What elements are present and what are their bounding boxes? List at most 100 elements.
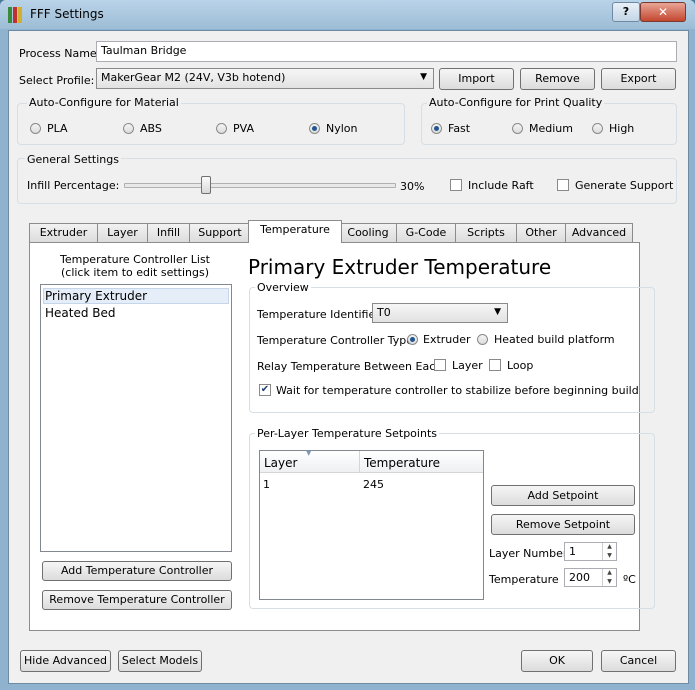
quality-medium-radio[interactable] — [512, 123, 523, 134]
column-header-layer[interactable]: Layer — [264, 456, 297, 470]
tab-g-code[interactable]: G-Code — [396, 223, 456, 242]
layer-number-value: 1 — [569, 545, 576, 558]
quality-high-label: High — [609, 122, 635, 135]
generate-support-checkbox[interactable] — [557, 179, 569, 191]
relay-layer-checkbox[interactable] — [434, 359, 446, 371]
temperature-spinbox[interactable]: 200 ▲ ▼ — [564, 568, 617, 587]
add-temperature-controller-button[interactable]: Add Temperature Controller — [42, 561, 232, 581]
select-profile-label: Select Profile: — [19, 74, 95, 87]
add-setpoint-button[interactable]: Add Setpoint — [491, 485, 635, 506]
import-button[interactable]: Import — [439, 68, 514, 90]
process-name-input[interactable]: Taulman Bridge — [96, 41, 677, 62]
chevron-down-icon: ▼ — [494, 307, 501, 317]
controller-type-platform-radio[interactable] — [477, 334, 488, 345]
process-name-label: Process Name: — [19, 47, 101, 60]
setpoints-title: Per-Layer Temperature Setpoints — [255, 427, 439, 440]
tab-other[interactable]: Other — [516, 223, 566, 242]
general-settings-title: General Settings — [25, 153, 121, 166]
page-title: Primary Extruder Temperature — [248, 255, 552, 279]
column-divider — [359, 451, 360, 472]
wait-stabilize-label: Wait for temperature controller to stabi… — [276, 384, 639, 397]
temperature-identifier-label: Temperature Identifier — [257, 308, 380, 321]
infill-percentage-value: 30% — [400, 180, 425, 193]
tab-layer[interactable]: Layer — [97, 223, 148, 242]
infill-slider-handle[interactable] — [201, 176, 211, 194]
temperature-label: Temperature — [489, 573, 559, 586]
material-abs-radio[interactable] — [123, 123, 134, 134]
table-cell-temperature[interactable]: 245 — [363, 478, 384, 491]
layer-number-spinbox[interactable]: 1 ▲ ▼ — [564, 542, 617, 561]
cancel-button[interactable]: Cancel — [601, 650, 676, 672]
export-button[interactable]: Export — [601, 68, 676, 90]
material-pla-radio[interactable] — [30, 123, 41, 134]
dialog-body: Process Name: Taulman Bridge Select Prof… — [8, 30, 689, 684]
material-nylon-radio[interactable] — [309, 123, 320, 134]
profile-selected: MakerGear M2 (24V, V3b hotend) — [101, 71, 286, 84]
material-pva-radio[interactable] — [216, 123, 227, 134]
app-icon — [8, 7, 24, 23]
list-item-primary-extruder[interactable]: Primary Extruder — [45, 289, 147, 303]
tab-extruder[interactable]: Extruder — [29, 223, 98, 242]
settings-window: FFF Settings ? ✕ Process Name: Taulman B… — [0, 0, 695, 690]
controller-type-label: Temperature Controller Type: — [257, 334, 417, 347]
relay-loop-checkbox[interactable] — [489, 359, 501, 371]
quality-fast-label: Fast — [448, 122, 471, 135]
tab-scripts[interactable]: Scripts — [455, 223, 517, 242]
material-pla-label: PLA — [47, 122, 68, 135]
close-button[interactable]: ✕ — [640, 2, 686, 22]
table-cell-layer[interactable]: 1 — [263, 478, 270, 491]
material-nylon-label: Nylon — [326, 122, 358, 135]
relay-layer-label: Layer — [452, 359, 483, 372]
window-title: FFF Settings — [30, 7, 104, 21]
temperature-identifier-value: T0 — [377, 306, 391, 319]
controller-type-platform-label: Heated build platform — [494, 333, 615, 346]
temperature-unit: ºC — [623, 573, 636, 586]
material-pva-label: PVA — [233, 122, 254, 135]
relay-label: Relay Temperature Between Each: — [257, 360, 446, 373]
sort-arrow-icon: ▼ — [306, 449, 312, 457]
temperature-identifier-dropdown[interactable]: T0 ▼ — [372, 303, 508, 323]
title-bar[interactable]: FFF Settings ? ✕ — [0, 0, 695, 29]
controller-type-extruder-label: Extruder — [423, 333, 471, 346]
controller-list-subheading: (click item to edit settings) — [60, 266, 210, 279]
spin-arrows-icon[interactable]: ▲ ▼ — [602, 569, 616, 586]
tab-cooling[interactable]: Cooling — [339, 223, 397, 242]
quality-high-radio[interactable] — [592, 123, 603, 134]
chevron-down-icon: ▼ — [420, 72, 427, 82]
wait-stabilize-checkbox[interactable]: ✔ — [259, 384, 271, 396]
overview-title: Overview — [255, 281, 311, 294]
include-raft-checkbox[interactable] — [450, 179, 462, 191]
hide-advanced-button[interactable]: Hide Advanced — [20, 650, 111, 672]
remove-temperature-controller-button[interactable]: Remove Temperature Controller — [42, 590, 232, 610]
tab-temperature[interactable]: Temperature — [248, 220, 342, 243]
include-raft-label: Include Raft — [468, 179, 534, 192]
tab-infill[interactable]: Infill — [147, 223, 190, 242]
controller-list[interactable]: Primary Extruder Heated Bed — [40, 284, 232, 552]
remove-profile-button[interactable]: Remove — [520, 68, 595, 90]
spin-arrows-icon[interactable]: ▲ ▼ — [602, 543, 616, 560]
select-models-button[interactable]: Select Models — [118, 650, 202, 672]
quality-fast-radio[interactable] — [431, 123, 442, 134]
quality-medium-label: Medium — [529, 122, 573, 135]
column-header-temperature[interactable]: Temperature — [364, 456, 440, 470]
controller-list-heading: Temperature Controller List — [59, 253, 210, 266]
generate-support-label: Generate Support — [575, 179, 674, 192]
temperature-value: 200 — [569, 571, 590, 584]
setpoints-table[interactable]: Layer ▼ Temperature 1 245 — [259, 449, 484, 600]
material-abs-label: ABS — [140, 122, 162, 135]
infill-percentage-label: Infill Percentage: — [27, 179, 120, 192]
controller-type-extruder-radio[interactable] — [407, 334, 418, 345]
tab-advanced[interactable]: Advanced — [565, 223, 633, 242]
infill-slider[interactable] — [124, 176, 396, 194]
remove-setpoint-button[interactable]: Remove Setpoint — [491, 514, 635, 535]
ok-button[interactable]: OK — [521, 650, 593, 672]
layer-number-label: Layer Number — [489, 547, 568, 560]
list-item-heated-bed[interactable]: Heated Bed — [45, 306, 116, 320]
material-group-title: Auto-Configure for Material — [27, 96, 181, 109]
temperature-tab-panel: Temperature Controller List (click item … — [29, 242, 655, 631]
quality-group-title: Auto-Configure for Print Quality — [427, 96, 605, 109]
profile-dropdown[interactable]: MakerGear M2 (24V, V3b hotend) ▼ — [96, 68, 434, 89]
tab-support[interactable]: Support — [189, 223, 251, 242]
relay-loop-label: Loop — [507, 359, 534, 372]
help-button[interactable]: ? — [612, 2, 640, 22]
